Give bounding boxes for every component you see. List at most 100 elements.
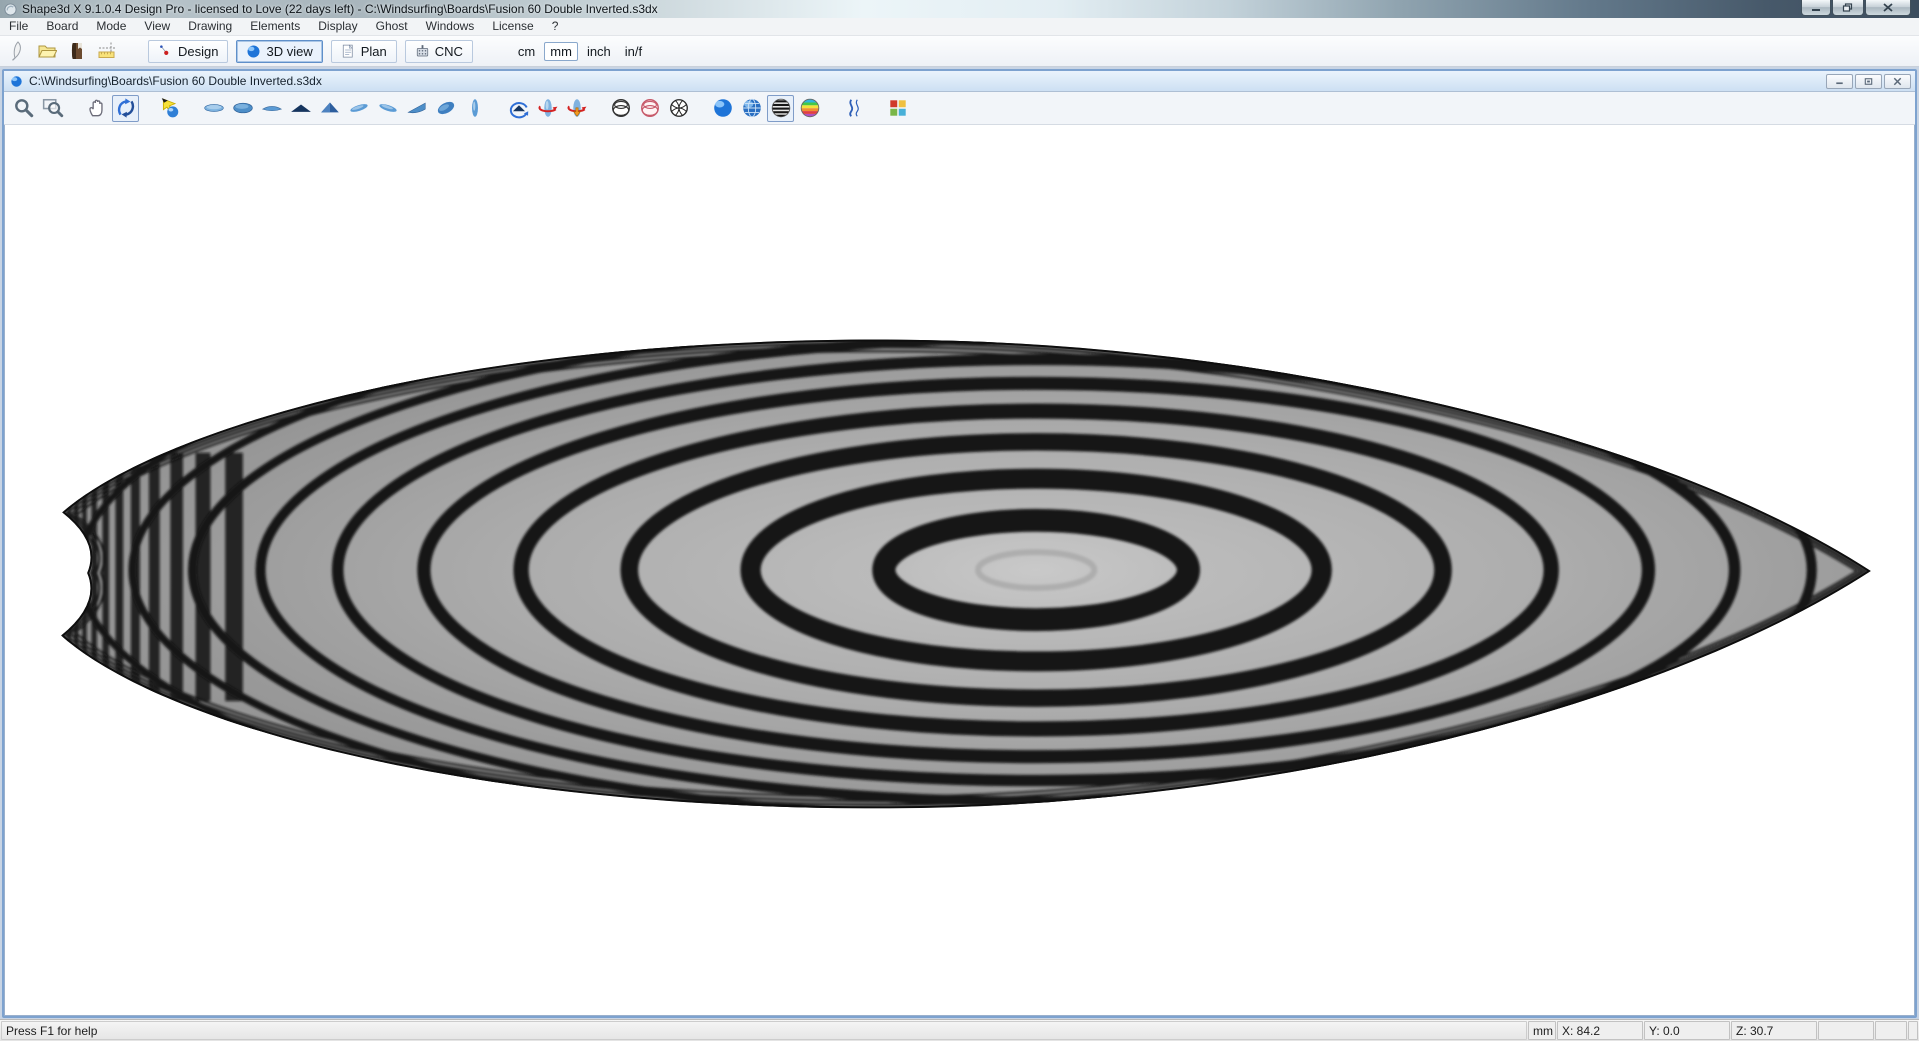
design-button[interactable]: Design <box>148 40 228 63</box>
colors-icon <box>887 97 909 119</box>
menu-file[interactable]: File <box>0 18 37 35</box>
menu-elements[interactable]: Elements <box>241 18 309 35</box>
pointer-light-button[interactable] <box>156 95 183 122</box>
mesh-sphere-button[interactable] <box>665 95 692 122</box>
status-empty-1 <box>1818 1021 1874 1040</box>
tilt-left-view-button[interactable] <box>345 95 372 122</box>
unit-in-f[interactable]: in/f <box>620 43 647 60</box>
document-minimize-button[interactable] <box>1826 74 1853 89</box>
textured-sphere-icon <box>741 97 763 119</box>
menu-drawing[interactable]: Drawing <box>179 18 241 35</box>
document-window: C:\Windsurfing\Boards\Fusion 60 Double I… <box>2 69 1917 1018</box>
tool-group <box>840 95 869 122</box>
save-button[interactable] <box>63 38 90 64</box>
mode-button-label: Design <box>178 44 218 59</box>
wireframe-sphere-button[interactable] <box>607 95 634 122</box>
menu-windows[interactable]: Windows <box>417 18 484 35</box>
wireframe-red-sphere-button[interactable] <box>636 95 663 122</box>
status-empty-2 <box>1875 1021 1907 1040</box>
close-button[interactable] <box>1865 0 1911 16</box>
zebra-sphere-button[interactable] <box>767 95 794 122</box>
mode-button-label: Plan <box>361 44 387 59</box>
front-view-button[interactable] <box>287 95 314 122</box>
zoom-button[interactable] <box>10 95 37 122</box>
unit-inch[interactable]: inch <box>582 43 616 60</box>
status-x: X: 84.2 <box>1557 1021 1643 1040</box>
3d-view-button[interactable]: 3D view <box>236 40 322 63</box>
open-icon <box>37 41 57 61</box>
tool-group <box>10 95 68 122</box>
spin-vertical-button[interactable] <box>563 95 590 122</box>
outline-filled-view-button[interactable] <box>229 95 256 122</box>
deck-view-button[interactable] <box>258 95 285 122</box>
menu-ghost[interactable]: Ghost <box>367 18 417 35</box>
zoom-window-icon <box>42 97 64 119</box>
viewport-3d[interactable] <box>4 125 1915 1016</box>
menu-mode[interactable]: Mode <box>87 18 135 35</box>
status-y: Y: 0.0 <box>1644 1021 1730 1040</box>
document-title-bar[interactable]: C:\Windsurfing\Boards\Fusion 60 Double I… <box>4 71 1915 92</box>
pan-button[interactable] <box>83 95 110 122</box>
side-view-button[interactable] <box>461 95 488 122</box>
measure-button[interactable] <box>93 38 120 64</box>
outline-view-button[interactable] <box>200 95 227 122</box>
zoom-icon <box>13 97 35 119</box>
leaf-view-button[interactable] <box>432 95 459 122</box>
mdi-workspace: C:\Windsurfing\Boards\Fusion 60 Double I… <box>0 67 1919 1020</box>
new-button[interactable] <box>3 38 30 64</box>
document-title: C:\Windsurfing\Boards\Fusion 60 Double I… <box>29 74 322 88</box>
minimize-button[interactable] <box>1801 0 1831 16</box>
unit-group: cmmminchin/f <box>513 42 651 61</box>
menu-board[interactable]: Board <box>37 18 87 35</box>
curvature-sphere-button[interactable] <box>796 95 823 122</box>
app-icon <box>4 3 17 16</box>
mesh-sphere-icon <box>668 97 690 119</box>
title-bar[interactable]: Shape3d X 9.1.0.4 Design Pro - licensed … <box>0 0 1919 18</box>
tool-group <box>607 95 694 122</box>
menu-help[interactable]: ? <box>543 18 568 35</box>
status-coordinate-cells: mmX: 84.2Y: 0.0Z: 30.7 <box>1528 1020 1919 1041</box>
menu-display[interactable]: Display <box>309 18 366 35</box>
solid-sphere-button[interactable] <box>709 95 736 122</box>
slices-button[interactable] <box>840 95 867 122</box>
plan-button[interactable]: Plan <box>331 40 397 63</box>
rotate-object-icon <box>508 97 530 119</box>
spin-horizontal-icon <box>537 97 559 119</box>
spin-horizontal-button[interactable] <box>534 95 561 122</box>
status-unit: mm <box>1528 1021 1556 1040</box>
save-icon <box>67 41 87 61</box>
unit-cm[interactable]: cm <box>513 43 540 60</box>
cnc-icon <box>415 44 430 59</box>
menu-license[interactable]: License <box>483 18 542 35</box>
document-close-button[interactable] <box>1884 74 1911 89</box>
menu-bar: FileBoardModeViewDrawingElementsDisplayG… <box>0 18 1919 36</box>
document-restore-button[interactable] <box>1855 74 1882 89</box>
wedge-view-button[interactable] <box>403 95 430 122</box>
rotate-3d-button[interactable] <box>112 95 139 122</box>
textured-sphere-button[interactable] <box>738 95 765 122</box>
zoom-window-button[interactable] <box>39 95 66 122</box>
tool-group <box>200 95 490 122</box>
menu-view[interactable]: View <box>135 18 179 35</box>
wedge-view-icon <box>406 97 428 119</box>
plan-icon <box>341 44 356 59</box>
side-view-icon <box>464 97 486 119</box>
unit-mm[interactable]: mm <box>544 42 578 61</box>
tilt-right-view-icon <box>377 97 399 119</box>
rotate-object-button[interactable] <box>505 95 532 122</box>
tilt-right-view-button[interactable] <box>374 95 401 122</box>
deck-view-icon <box>261 97 283 119</box>
cnc-button[interactable]: CNC <box>405 40 473 63</box>
file-tool-group <box>0 38 120 64</box>
open-button[interactable] <box>33 38 60 64</box>
colors-button[interactable] <box>884 95 911 122</box>
tool-group <box>884 95 913 122</box>
status-help: Press F1 for help <box>1 1021 1527 1040</box>
restore-button[interactable] <box>1832 0 1864 16</box>
sphere-icon <box>246 44 261 59</box>
perspective-view-button[interactable] <box>316 95 343 122</box>
status-bar: Press F1 for help mmX: 84.2Y: 0.0Z: 30.7 <box>0 1019 1919 1041</box>
document-window-controls <box>1824 74 1911 89</box>
tool-group <box>83 95 141 122</box>
view-toolbar <box>4 92 1915 125</box>
